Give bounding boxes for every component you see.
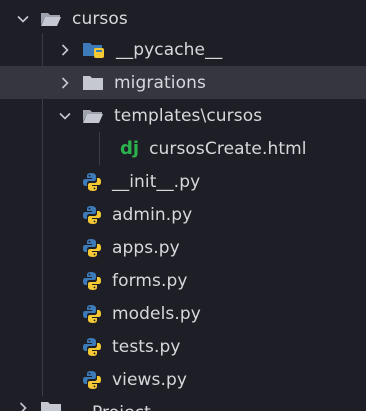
tree-row-apps-py[interactable]: apps.py <box>0 231 366 264</box>
tree-row-label: models.py <box>112 303 201 324</box>
tree-row-label: Project <box>92 403 151 411</box>
tree-row-admin-py[interactable]: admin.py <box>0 198 366 231</box>
tree-row-label: cursos <box>72 8 128 29</box>
folder-open-icon <box>82 108 104 124</box>
python-icon <box>82 370 102 390</box>
tree-row-partial[interactable]: Project <box>0 401 366 411</box>
tree-row-cursos-create-html[interactable]: dj cursosCreate.html <box>0 132 366 165</box>
chevron-right-icon[interactable] <box>16 401 30 411</box>
tree-row-label: forms.py <box>112 270 188 291</box>
tree-row-tests-py[interactable]: tests.py <box>0 330 366 363</box>
tree-row-label: __init__.py <box>112 171 201 192</box>
folder-open-icon <box>40 11 62 27</box>
tree-row-templates-cursos[interactable]: templates\cursos <box>0 99 366 132</box>
chevron-down-icon[interactable] <box>58 109 72 123</box>
python-icon <box>82 337 102 357</box>
python-icon <box>82 238 102 258</box>
tree-row-label: tests.py <box>112 336 181 357</box>
tree-row-label: migrations <box>114 72 206 93</box>
tree-row-label: views.py <box>112 369 188 390</box>
tree-row-label: templates\cursos <box>114 105 263 126</box>
tree-row-views-py[interactable]: views.py <box>0 363 366 396</box>
python-icon <box>82 304 102 324</box>
tree-row-pycache[interactable]: __pycache__ <box>0 33 366 66</box>
django-icon: dj <box>120 137 140 159</box>
python-icon <box>82 271 102 291</box>
tree-row-migrations[interactable]: migrations <box>0 66 366 99</box>
chevron-down-icon[interactable] <box>16 12 30 26</box>
file-explorer-tree: cursos __pycache__ migrations templates\… <box>0 0 366 411</box>
tree-row-label: admin.py <box>112 204 193 225</box>
chevron-right-icon[interactable] <box>58 43 72 57</box>
python-icon <box>82 172 102 192</box>
tree-row-forms-py[interactable]: forms.py <box>0 264 366 297</box>
tree-row-label: apps.py <box>112 237 180 258</box>
tree-row-root-cursos[interactable]: cursos <box>0 2 366 35</box>
tree-row-init-py[interactable]: __init__.py <box>0 165 366 198</box>
chevron-right-icon[interactable] <box>58 76 72 90</box>
tree-row-label: cursosCreate.html <box>149 138 307 159</box>
python-folder-icon <box>82 41 106 59</box>
folder-icon <box>82 75 104 91</box>
tree-row-label: __pycache__ <box>116 39 223 60</box>
tree-row-models-py[interactable]: models.py <box>0 297 366 330</box>
folder-icon <box>40 401 62 411</box>
python-icon <box>82 205 102 225</box>
